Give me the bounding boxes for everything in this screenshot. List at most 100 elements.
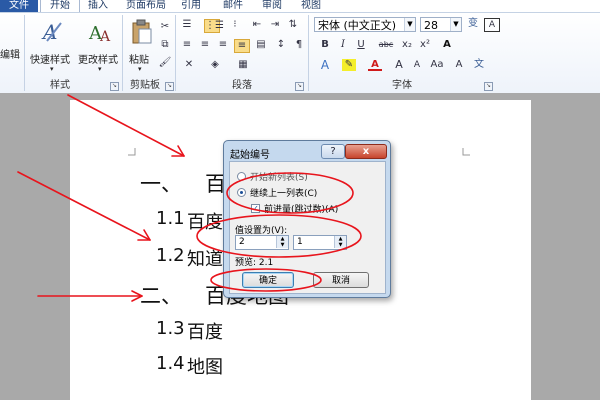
chevron-down-icon[interactable]: ▼ [450, 18, 461, 31]
number-spinner[interactable]: 1 ▲ ▼ [293, 235, 347, 250]
option-advance-label[interactable]: 前进量(跳过数)(A) [264, 202, 338, 215]
change-styles-button[interactable]: A A 更改样式 ▾ [78, 16, 124, 78]
chinese-layout-icon[interactable]: ✕ [182, 59, 196, 71]
char-shading-button[interactable]: A [440, 39, 454, 51]
numbering-icon[interactable]: ⋮☰ [204, 19, 224, 33]
option-new-list-label[interactable]: 开始新列表(S) [250, 170, 308, 183]
tab-view[interactable]: 视图 [301, 0, 321, 12]
option-continue-list-label[interactable]: 继续上一列表(C) [250, 186, 317, 199]
ribbon-tab-bar: 文件 开始 插入 页面布局 引用 邮件 审阅 视图 [0, 0, 600, 13]
quick-styles-label: 快速样式 [30, 55, 70, 66]
list-item-text: 知道 [187, 249, 223, 270]
text-effects-icon[interactable]: A [318, 59, 332, 71]
justify-icon[interactable]: ≡ [234, 39, 250, 53]
level-spinner[interactable]: 2 ▲ ▼ [235, 235, 289, 250]
group-separator [308, 15, 309, 91]
list-item-number: 1.4 [156, 353, 185, 374]
tab-file[interactable]: 文件 [0, 0, 38, 12]
list-item-text: 百度 [187, 212, 223, 233]
list-item-number: 1.1 [156, 208, 185, 229]
asian-layout-icon[interactable]: 文 [472, 59, 486, 71]
phonetic-guide-icon[interactable]: 变 [466, 18, 480, 30]
quick-styles-button[interactable]: A 快速样式 ▾ [30, 16, 76, 78]
tab-mailings[interactable]: 邮件 [223, 0, 243, 12]
superscript-button[interactable]: x² [418, 39, 432, 51]
decrease-indent-icon[interactable]: ⇤ [250, 19, 264, 31]
copy-icon[interactable]: ⧉ [158, 39, 172, 51]
distributed-icon[interactable]: ▤ [254, 39, 268, 51]
spin-down-icon[interactable]: ▼ [334, 242, 346, 248]
change-case-button[interactable]: Aa [428, 59, 446, 71]
clear-format-button[interactable]: A [452, 59, 466, 71]
enclose-character-icon[interactable]: A [484, 18, 500, 32]
list-item-number: 1.3 [156, 318, 185, 339]
font-size-value: 28 [424, 19, 438, 32]
group-label-paragraph: 段落 [232, 80, 252, 91]
highlight-icon[interactable]: ✎ [342, 59, 356, 71]
grow-font-button[interactable]: A [392, 59, 406, 71]
multilevel-list-icon[interactable]: ⁝ [228, 19, 242, 31]
shrink-font-button[interactable]: A [410, 59, 424, 71]
number-value: 1 [297, 237, 303, 247]
group-label-clipboard: 剪贴板 [130, 80, 160, 91]
chevron-down-icon[interactable]: ▼ [404, 18, 415, 31]
font-launcher-icon[interactable]: ↘ [484, 82, 493, 91]
paste-button[interactable]: 粘贴 ▾ [126, 16, 158, 78]
bold-button[interactable]: B [318, 39, 332, 51]
line-spacing-icon[interactable]: ↕ [274, 39, 288, 51]
align-right-icon[interactable]: ≡ [216, 39, 230, 51]
radio-continue-list[interactable] [237, 188, 246, 197]
underline-button[interactable]: U [354, 39, 368, 51]
borders-icon[interactable]: ▦ [236, 59, 250, 71]
margin-corner-mark [462, 148, 470, 156]
tab-review[interactable]: 审阅 [262, 0, 282, 12]
list-item-number: 1.2 [156, 245, 185, 266]
tab-home[interactable]: 开始 [40, 0, 80, 12]
dialog-body: 开始新列表(S) 继续上一列表(C) ✓ 前进量(跳过数)(A) 值设置为(V)… [229, 161, 386, 294]
spin-down-icon[interactable]: ▼ [276, 242, 288, 248]
font-name-combo[interactable]: 宋体 (中文正文) ▼ [314, 17, 416, 32]
clipboard-launcher-icon[interactable]: ↘ [165, 82, 174, 91]
list-item-text: 地图 [187, 357, 223, 378]
chevron-down-icon: ▾ [138, 65, 142, 73]
font-color-icon[interactable]: A [368, 59, 382, 71]
ok-button[interactable]: 确定 [242, 272, 294, 288]
align-left-icon[interactable]: ≡ [180, 39, 194, 51]
bullets-icon[interactable]: ☰ [180, 19, 194, 31]
styles-launcher-icon[interactable]: ↘ [110, 82, 119, 91]
change-styles-label: 更改样式 [78, 55, 118, 66]
group-label-font: 字体 [392, 80, 412, 91]
help-button[interactable]: ? [321, 144, 345, 159]
group-separator [175, 15, 176, 91]
font-size-combo[interactable]: 28 ▼ [420, 17, 462, 32]
align-center-icon[interactable]: ≡ [198, 39, 212, 51]
increase-indent-icon[interactable]: ⇥ [268, 19, 282, 31]
chevron-down-icon: ▾ [98, 65, 102, 73]
ribbon: 文件 开始 插入 页面布局 引用 邮件 审阅 视图 编辑 A 快速样式 ▾ A … [0, 0, 600, 94]
group-separator [24, 15, 25, 91]
margin-corner-mark [128, 148, 136, 156]
strikethrough-button[interactable]: abc [376, 39, 396, 51]
ribbon-home-panel: 编辑 A 快速样式 ▾ A A 更改样式 ▾ 样式 ↘ 粘贴 ▾ ✂ ⧉ 🖌 剪… [0, 13, 600, 94]
italic-button[interactable]: I [336, 39, 350, 51]
editing-button-label[interactable]: 编辑 [0, 46, 20, 61]
heading-1-number: 一、 [140, 172, 182, 196]
show-marks-icon[interactable]: ¶ [292, 39, 306, 51]
cut-icon[interactable]: ✂ [158, 21, 172, 33]
group-separator [122, 15, 123, 91]
subscript-button[interactable]: x₂ [400, 39, 414, 51]
advance-checkbox[interactable]: ✓ [251, 204, 260, 213]
tab-insert[interactable]: 插入 [88, 0, 108, 12]
radio-new-list[interactable] [237, 172, 246, 181]
tab-page-layout[interactable]: 页面布局 [126, 0, 166, 12]
cancel-button[interactable]: 取消 [313, 272, 369, 288]
start-numbering-dialog: 起始编号 ? x 开始新列表(S) 继续上一列表(C) ✓ 前进量(跳过数)(A… [223, 140, 391, 298]
close-button[interactable]: x [345, 144, 387, 159]
format-painter-icon[interactable]: 🖌 [158, 57, 172, 69]
sort-icon[interactable]: ⇅ [286, 19, 300, 31]
tab-references[interactable]: 引用 [181, 0, 201, 12]
change-styles-icon: A A [88, 23, 111, 45]
preview-text: 预览: 2.1 [235, 258, 274, 268]
shading-icon[interactable]: ◈ [208, 59, 222, 71]
paragraph-launcher-icon[interactable]: ↘ [295, 82, 304, 91]
